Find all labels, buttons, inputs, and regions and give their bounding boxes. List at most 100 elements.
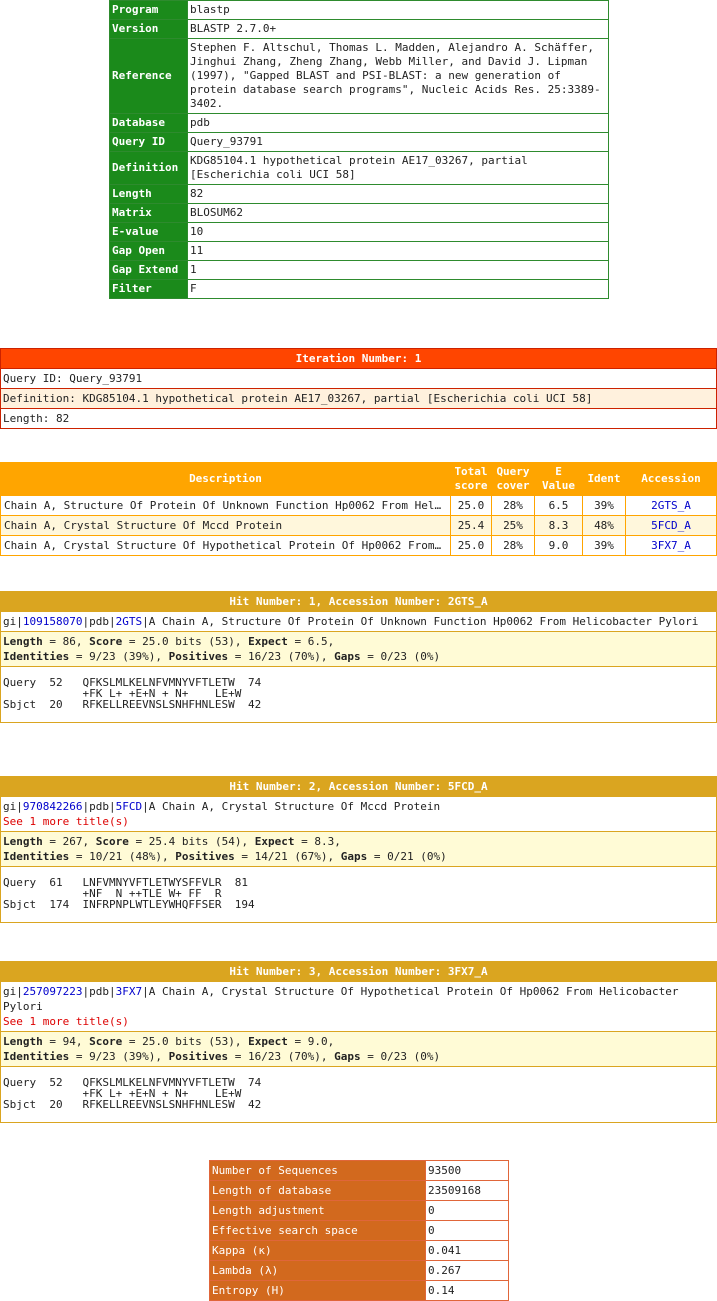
gi-link[interactable]: 970842266 <box>23 800 83 813</box>
info-key: Definition <box>109 151 188 185</box>
stats-value: 23509168 <box>425 1180 509 1201</box>
info-row-gap-extend: Gap Extend 1 <box>109 260 609 280</box>
stats-value: 0 <box>425 1200 509 1221</box>
stats-value: 0.14 <box>425 1280 509 1301</box>
iteration-length: Length: 82 <box>0 408 717 429</box>
stats-value: 93500 <box>425 1160 509 1181</box>
pdb-link[interactable]: 3FX7 <box>116 985 143 998</box>
row-description: Chain A, Crystal Structure Of Hypothetic… <box>0 535 451 556</box>
row-cover: 28% <box>491 495 535 516</box>
accession-link[interactable]: 3FX7_A <box>651 539 691 552</box>
stats-value: 0 <box>425 1220 509 1241</box>
pdb-link[interactable]: 2GTS <box>116 615 143 628</box>
row-accession: 5FCD_A <box>625 515 717 536</box>
row-evalue: 9.0 <box>534 535 583 556</box>
col-total-score: Total score <box>450 462 492 496</box>
row-accession: 2GTS_A <box>625 495 717 516</box>
hit-3: Hit Number: 3, Accession Number: 3FX7_A … <box>0 961 717 1123</box>
info-row-length: Length 82 <box>109 184 609 204</box>
row-ident: 39% <box>582 535 626 556</box>
stats-key: Length adjustment <box>209 1200 426 1221</box>
hit-alignment-cell: Query 52 QFKSLMLKELNFVMNYVFTLETW 74 +FK … <box>0 666 717 723</box>
hit-stats: Length = 94, Score = 25.0 bits (53), Exp… <box>0 1031 717 1067</box>
hit-title: Hit Number: 3, Accession Number: 3FX7_A <box>0 961 717 982</box>
col-query-cover: Query cover <box>491 462 535 496</box>
info-key: Length <box>109 184 188 204</box>
info-row-definition: Definition KDG85104.1 hypothetical protei… <box>109 151 609 185</box>
hit-description: |A Chain A, Structure Of Protein Of Unkn… <box>142 615 699 628</box>
info-key: Reference <box>109 38 188 114</box>
hit-stats: Length = 267, Score = 25.4 bits (54), Ex… <box>0 831 717 867</box>
info-value: Query_93791 <box>187 132 609 152</box>
info-value: 1 <box>187 260 609 280</box>
accession-link[interactable]: 5FCD_A <box>651 519 691 532</box>
hit-title: Hit Number: 1, Accession Number: 2GTS_A <box>0 591 717 612</box>
stats-key: Effective search space <box>209 1220 426 1241</box>
info-value: 10 <box>187 222 609 242</box>
hit-1: Hit Number: 1, Accession Number: 2GTS_A … <box>0 591 717 723</box>
iteration-table: Iteration Number: 1 Query ID: Query_9379… <box>0 348 717 429</box>
stats-value: 0.267 <box>425 1260 509 1281</box>
search-stats-table: Number of Sequences 93500 Length of datab… <box>209 1160 509 1301</box>
info-key: Query ID <box>109 132 188 152</box>
stats-row: Entropy (H) 0.14 <box>209 1280 509 1301</box>
info-key: Version <box>109 19 188 39</box>
info-key: Filter <box>109 279 188 299</box>
iteration-title: Iteration Number: 1 <box>0 348 717 369</box>
col-description: Description <box>0 462 451 496</box>
more-titles-link[interactable]: See 1 more title(s) <box>3 1015 129 1028</box>
description-row: Chain A, Structure Of Protein Of Unknown… <box>0 495 717 516</box>
info-key: Gap Extend <box>109 260 188 280</box>
info-row-query-id: Query ID Query_93791 <box>109 132 609 152</box>
stats-row: Kappa (κ) 0.041 <box>209 1240 509 1261</box>
info-row-gap-open: Gap Open 11 <box>109 241 609 261</box>
hit-title: Hit Number: 2, Accession Number: 5FCD_A <box>0 776 717 797</box>
hit-header: gi|109158070|pdb|2GTS|A Chain A, Structu… <box>0 611 717 632</box>
info-row-version: Version BLASTP 2.7.0+ <box>109 19 609 39</box>
hit-alignment-cell: Query 61 LNFVMNYVFTLETWYSFFVLR 81 +NF N … <box>0 866 717 923</box>
hit-description: |A Chain A, Crystal Structure Of Mccd Pr… <box>142 800 441 813</box>
stats-row: Length adjustment 0 <box>209 1200 509 1221</box>
row-description: Chain A, Structure Of Protein Of Unknown… <box>0 495 451 516</box>
stats-row: Number of Sequences 93500 <box>209 1160 509 1181</box>
iteration-query-id: Query ID: Query_93791 <box>0 368 717 389</box>
descriptions-header-row: Description Total score Query cover E Value… <box>0 462 717 496</box>
row-score: 25.0 <box>450 495 492 516</box>
info-row-matrix: Matrix BLOSUM62 <box>109 203 609 223</box>
stats-row: Effective search space 0 <box>209 1220 509 1241</box>
row-evalue: 8.3 <box>534 515 583 536</box>
info-key: Database <box>109 113 188 133</box>
description-row: Chain A, Crystal Structure Of Mccd Prote… <box>0 515 717 536</box>
info-value: 82 <box>187 184 609 204</box>
hit-alignment-cell: Query 52 QFKSLMLKELNFVMNYVFTLETW 74 +FK … <box>0 1066 717 1123</box>
info-value: BLOSUM62 <box>187 203 609 223</box>
gi-link[interactable]: 257097223 <box>23 985 83 998</box>
col-accession: Accession <box>625 462 717 496</box>
info-row-filter: Filter F <box>109 279 609 299</box>
info-row-database: Database pdb <box>109 113 609 133</box>
info-value: BLASTP 2.7.0+ <box>187 19 609 39</box>
hit-header: gi|257097223|pdb|3FX7|A Chain A, Crystal… <box>0 981 717 1032</box>
stats-row: Length of database 23509168 <box>209 1180 509 1201</box>
info-row-evalue: E-value 10 <box>109 222 609 242</box>
row-cover: 25% <box>491 515 535 536</box>
more-titles-link[interactable]: See 1 more title(s) <box>3 815 129 828</box>
accession-link[interactable]: 2GTS_A <box>651 499 691 512</box>
pdb-link[interactable]: 5FCD <box>116 800 143 813</box>
stats-key: Kappa (κ) <box>209 1240 426 1261</box>
hit-alignment: Query 52 QFKSLMLKELNFVMNYVFTLETW 74 +FK … <box>3 1076 262 1111</box>
row-score: 25.4 <box>450 515 492 536</box>
hit-header: gi|970842266|pdb|5FCD|A Chain A, Crystal… <box>0 796 717 832</box>
row-evalue: 6.5 <box>534 495 583 516</box>
stats-row: Lambda (λ) 0.267 <box>209 1260 509 1281</box>
stats-value: 0.041 <box>425 1240 509 1261</box>
info-value: pdb <box>187 113 609 133</box>
col-evalue: E Value <box>534 462 583 496</box>
gi-link[interactable]: 109158070 <box>23 615 83 628</box>
row-ident: 39% <box>582 495 626 516</box>
col-ident: Ident <box>582 462 626 496</box>
hit-stats: Length = 86, Score = 25.0 bits (53), Exp… <box>0 631 717 667</box>
info-value: F <box>187 279 609 299</box>
row-ident: 48% <box>582 515 626 536</box>
iteration-definition: Definition: KDG85104.1 hypothetical prot… <box>0 388 717 409</box>
